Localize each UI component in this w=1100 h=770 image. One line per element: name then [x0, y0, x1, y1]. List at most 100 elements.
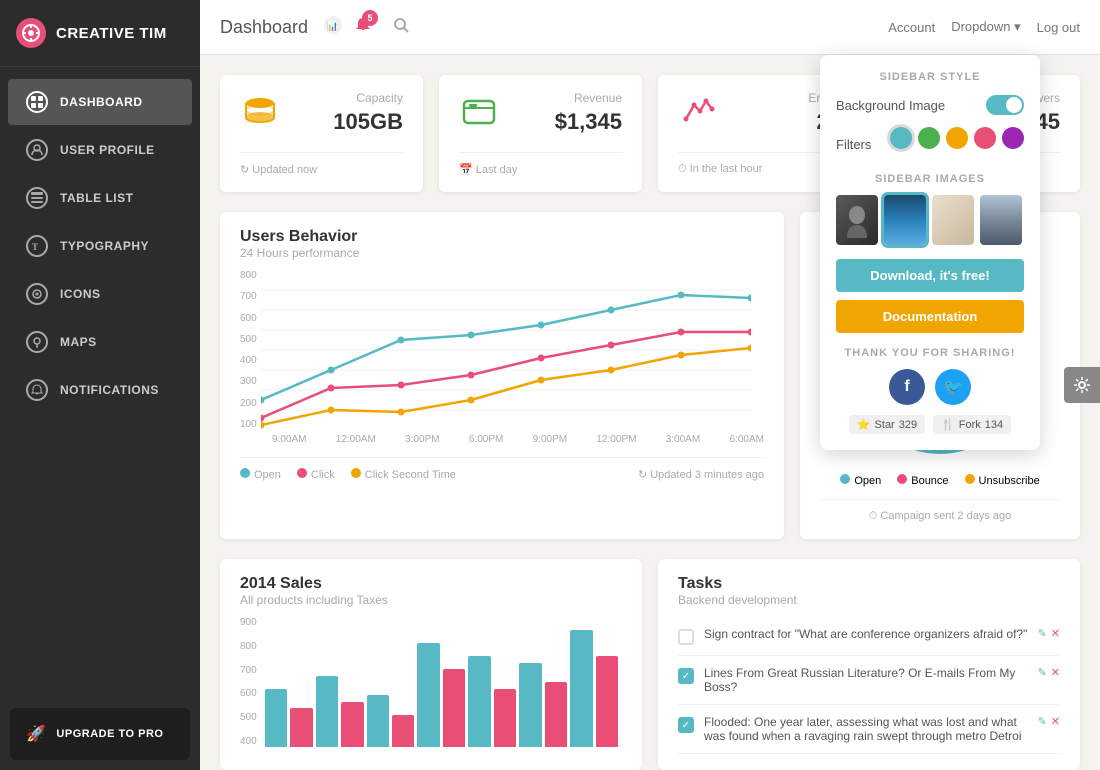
dropdown-link[interactable]: Dropdown ▾: [951, 19, 1020, 35]
sidebar-item-user-profile[interactable]: USER PROFILE: [8, 127, 192, 173]
icons-nav-icon: [26, 283, 48, 305]
logout-link[interactable]: Log out: [1037, 20, 1080, 35]
users-behavior-footer: Open Click Click Second Time ↻ Updated 3…: [240, 457, 764, 481]
tasks-card: Tasks Backend development Sign contract …: [658, 559, 1080, 770]
tasks-title: Tasks: [678, 575, 1060, 593]
filter-purple[interactable]: [1002, 127, 1024, 149]
task-actions-1: ✎ ✕: [1038, 627, 1060, 640]
notification-badge: 5: [362, 10, 378, 26]
fork-button[interactable]: 🍴 Fork 134: [933, 415, 1011, 434]
download-button[interactable]: Download, it's free!: [836, 259, 1024, 292]
revenue-label: Revenue: [555, 91, 622, 105]
task-edit-2[interactable]: ✎: [1038, 666, 1047, 679]
sidebar-item-dashboard[interactable]: DASHBOARD: [8, 79, 192, 125]
email-stats-footer: ⏱ Campaign sent 2 days ago: [820, 499, 1060, 523]
task-delete-2[interactable]: ✕: [1051, 666, 1060, 679]
filter-red[interactable]: [974, 127, 996, 149]
tasks-subtitle: Backend development: [678, 593, 1060, 607]
table-list-icon: [26, 187, 48, 209]
brand: CREATIVE TIM: [0, 0, 200, 67]
filter-cyan[interactable]: [890, 127, 912, 149]
sidebar-item-notifications-label: NOTIFICATIONS: [60, 383, 159, 397]
task-edit-3[interactable]: ✎: [1038, 715, 1047, 728]
bar: [545, 682, 567, 747]
sidebar-nav: DASHBOARD USER PROFILE TABLE LIST T TYPO…: [0, 67, 200, 698]
bg-image-toggle[interactable]: [986, 95, 1024, 115]
task-checkbox-1[interactable]: [678, 629, 694, 645]
bar: [519, 663, 541, 748]
bar: [392, 715, 414, 748]
capacity-label: Capacity: [333, 91, 403, 105]
users-behavior-title: Users Behavior: [240, 228, 764, 246]
line-chart-svg: [261, 270, 751, 430]
sidebar-img-2[interactable]: [884, 195, 926, 245]
bg-image-label: Background Image: [836, 98, 945, 113]
task-checkbox-3[interactable]: ✓: [678, 717, 694, 733]
twitter-button[interactable]: 🐦: [935, 369, 971, 405]
donut-legend: Open Bounce Unsubscribe: [820, 474, 1060, 487]
task-text-2: Lines From Great Russian Literature? Or …: [704, 666, 1028, 694]
legend-open-donut: Open: [840, 474, 881, 487]
task-actions-3: ✎ ✕: [1038, 715, 1060, 728]
revenue-footer: 📅 Last day: [459, 152, 622, 176]
task-checkbox-2[interactable]: ✓: [678, 668, 694, 684]
bottom-row: 2014 Sales All products including Taxes …: [220, 559, 1080, 770]
sidebar-item-icons[interactable]: ICONS: [8, 271, 192, 317]
notifications-bell-icon[interactable]: 5: [354, 16, 372, 39]
topnav-icons: 📊 5: [324, 16, 888, 39]
x-axis-labels: 9:00AM 12:00AM 3:00PM 6:00PM 9:00PM 12:0…: [272, 434, 764, 445]
sidebar-item-maps[interactable]: MAPS: [8, 319, 192, 365]
sidebar-item-table-list[interactable]: TABLE LIST: [8, 175, 192, 221]
sidebar-images: [836, 195, 1024, 245]
bar: [596, 656, 618, 747]
filters-row: [890, 127, 1024, 149]
bar: [443, 669, 465, 747]
task-delete-1[interactable]: ✕: [1051, 627, 1060, 640]
filter-green[interactable]: [918, 127, 940, 149]
errors-icon: [678, 91, 718, 138]
sidebar: CREATIVE TIM DASHBOARD USER PROFILE TABL…: [0, 0, 200, 770]
sidebar-item-table-list-label: TABLE LIST: [60, 191, 133, 205]
stat-card-capacity: Capacity 105GB ↻ Updated now: [220, 75, 423, 192]
line-chart-legend: Open Click Click Second Time: [240, 468, 456, 481]
legend-bounce: Bounce: [897, 474, 948, 487]
filter-orange[interactable]: [946, 127, 968, 149]
sidebar-img-1[interactable]: [836, 195, 878, 245]
bar: [367, 695, 389, 747]
sidebar-img-3[interactable]: [932, 195, 974, 245]
bar: [265, 689, 287, 748]
account-link[interactable]: Account: [888, 20, 935, 35]
sidebar-item-user-profile-label: USER PROFILE: [60, 143, 155, 157]
upgrade-to-pro[interactable]: 🚀 UPGRADE TO PRO: [10, 708, 190, 760]
bar: [290, 708, 312, 747]
facebook-button[interactable]: f: [889, 369, 925, 405]
y-axis: 800 700 600 500 400 300 200 100: [240, 270, 257, 430]
sidebar-item-typography[interactable]: T TYPOGRAPHY: [8, 223, 192, 269]
settings-gear-button[interactable]: [1064, 367, 1100, 403]
task-edit-1[interactable]: ✎: [1038, 627, 1047, 640]
style-panel-title: SIDEBAR STYLE: [836, 71, 1024, 83]
task-delete-3[interactable]: ✕: [1051, 715, 1060, 728]
legend-click-second: Click Second Time: [351, 468, 456, 481]
sidebar-item-notifications[interactable]: NOTIFICATIONS: [8, 367, 192, 413]
fork-label: Fork: [959, 419, 981, 431]
revenue-icon: [459, 91, 499, 138]
users-behavior-subtitle: 24 Hours performance: [240, 246, 764, 260]
sales-chart: 2014 Sales All products including Taxes …: [220, 559, 642, 770]
main-content: Dashboard 📊 5 Account Dropdown ▾ Log out: [200, 0, 1100, 770]
task-item-1: Sign contract for "What are conference o…: [678, 617, 1060, 656]
sales-subtitle: All products including Taxes: [240, 593, 622, 607]
bg-image-row: Background Image: [836, 95, 1024, 115]
sidebar-img-4[interactable]: [980, 195, 1022, 245]
notifications-icon: [26, 379, 48, 401]
star-button[interactable]: ⭐ Star 329: [849, 415, 925, 434]
bar: [316, 676, 338, 748]
search-icon[interactable]: [392, 16, 410, 39]
documentation-button[interactable]: Documentation: [836, 300, 1024, 333]
bar: [468, 656, 490, 747]
sales-bar-chart: [261, 617, 622, 747]
topnav: Dashboard 📊 5 Account Dropdown ▾ Log out: [200, 0, 1100, 55]
stats-icon[interactable]: 📊: [324, 16, 342, 39]
maps-icon: [26, 331, 48, 353]
svg-text:📊: 📊: [327, 20, 338, 31]
